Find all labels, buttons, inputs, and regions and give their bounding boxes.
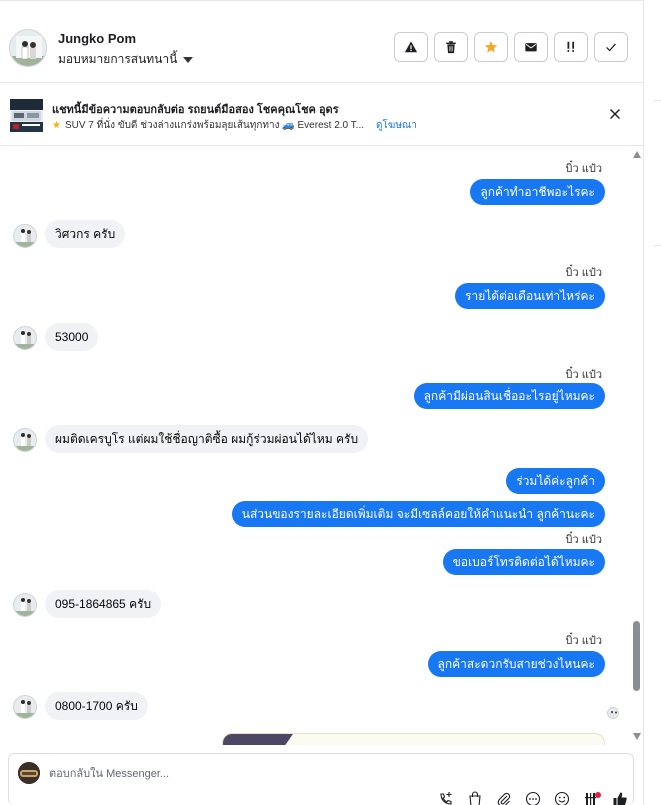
message-thread[interactable]: บิ๋ว แป๋ว ลูกค้าทำอาชีพอะไรคะ วิศวกร ครั… <box>0 147 632 742</box>
scroll-thumb[interactable] <box>633 621 640 691</box>
page-avatar <box>18 762 40 784</box>
contact-avatar-small <box>13 593 37 617</box>
message-bubble-outgoing[interactable]: ร่วมได้ค่ะลูกค้า <box>506 468 605 494</box>
ad-card-preview[interactable] <box>222 733 605 745</box>
follow-up-button[interactable] <box>554 32 588 62</box>
sender-name: บิ๋ว แป๋ว <box>565 267 602 279</box>
message-bubble-outgoing[interactable]: ขอเบอร์โทรติดต่อได้ไหมคะ <box>442 549 605 575</box>
message-bubble-incoming[interactable]: ผมติดเครบูโร แต่ผมใช้ชื่อญาติซื้อ ผมกู้ร… <box>45 425 369 453</box>
check-icon <box>606 43 616 52</box>
conversation-actions <box>394 32 628 62</box>
scroll-down-arrow[interactable] <box>633 733 641 740</box>
contact-avatar-small <box>13 428 37 452</box>
more-icon <box>525 791 540 805</box>
ad-description: SUV 7 ที่นั่ง ขับดี ช่วงล่างแกร่งพร้อมลุ… <box>64 120 365 131</box>
shopping-bag-icon <box>468 791 481 805</box>
card-image <box>223 734 293 745</box>
emoji-icon <box>554 791 569 805</box>
more-button[interactable] <box>522 791 543 805</box>
seen-indicator-avatar <box>607 707 619 719</box>
emoji-button[interactable] <box>551 791 572 805</box>
view-ad-link[interactable]: ดูโฆษณา <box>376 118 417 133</box>
contact-avatar[interactable] <box>9 29 47 67</box>
envelope-icon <box>525 43 537 52</box>
assign-label: มอบหมายการสนทนานี้ <box>58 52 178 66</box>
flag-exclaim-icon <box>567 41 575 52</box>
composer-toolbar <box>435 791 630 805</box>
sender-name: บิ๋ว แป๋ว <box>565 534 602 546</box>
divider <box>654 245 661 246</box>
thread-scrollbar[interactable] <box>632 147 642 742</box>
contact-avatar-small <box>13 224 37 248</box>
message-bubble-incoming[interactable]: 095-1864865 ครับ <box>45 590 162 618</box>
conversation-header: Jungko Pom มอบหมายการสนทนานี้ <box>0 0 645 83</box>
message-bubble-incoming[interactable]: 0800-1700 ครับ <box>45 692 148 720</box>
star-icon <box>484 41 498 53</box>
mark-done-button[interactable] <box>594 32 628 62</box>
saved-replies-button[interactable] <box>580 791 601 805</box>
message-bubble-outgoing[interactable]: ลูกค้าทำอาชีพอะไรคะ <box>470 179 605 205</box>
message-composer <box>8 753 634 805</box>
add-contact-icon <box>439 792 452 805</box>
mark-unread-button[interactable] <box>514 32 548 62</box>
ad-reply-banner: แชทนี้มีข้อความตอบกลับต่อ รถยนต์มือสอง โ… <box>0 84 645 146</box>
close-icon[interactable] <box>607 106 623 122</box>
add-contact-button[interactable] <box>435 791 456 805</box>
right-panel-edge <box>643 0 661 805</box>
message-bubble-incoming[interactable]: 53000 <box>45 323 99 351</box>
send-like-button[interactable] <box>609 791 630 805</box>
contact-avatar-small <box>13 326 37 350</box>
message-bubble-incoming[interactable]: วิศวกร ครับ <box>45 220 126 248</box>
ad-description-row: ★ SUV 7 ที่นั่ง ขับดี ช่วงล่างแกร่งพร้อม… <box>52 118 417 133</box>
star-icon: ★ <box>52 120 61 131</box>
shopping-button[interactable] <box>464 791 485 805</box>
warning-icon <box>404 41 418 53</box>
sender-name: บิ๋ว แป๋ว <box>565 635 602 647</box>
attachment-icon <box>497 792 510 805</box>
sender-name: บิ๋ว แป๋ว <box>565 369 602 381</box>
attach-button[interactable] <box>493 791 514 805</box>
ad-title: แชทนี้มีข้อความตอบกลับต่อ รถยนต์มือสอง โ… <box>52 104 339 116</box>
contact-avatar-small <box>13 695 37 719</box>
message-bubble-outgoing[interactable]: ลูกค้าสะดวกรับสายช่วงไหนคะ <box>427 651 605 677</box>
scroll-up-arrow[interactable] <box>633 151 641 158</box>
sender-name: บิ๋ว แป๋ว <box>565 163 602 175</box>
notification-dot <box>595 792 601 798</box>
message-bubble-outgoing[interactable]: นส่วนของรายละเอียดเพิ่มเติม จะมีเซลล์คอย… <box>231 501 605 527</box>
reply-input[interactable] <box>49 766 349 782</box>
delete-button[interactable] <box>434 32 468 62</box>
ad-thumbnail[interactable] <box>10 99 43 132</box>
message-bubble-outgoing[interactable]: ลูกค้ามีผ่อนสินเชื่ออะไรอยู่ไหมคะ <box>413 383 605 409</box>
assign-conversation-dropdown[interactable]: มอบหมายการสนทนานี้ <box>58 50 194 69</box>
trash-icon <box>446 41 456 54</box>
divider <box>654 100 661 101</box>
star-button[interactable] <box>474 32 508 62</box>
message-bubble-outgoing[interactable]: รายได้ต่อเดือนเท่าไหร่คะ <box>455 283 605 309</box>
caret-down-icon <box>183 56 194 63</box>
mark-spam-button[interactable] <box>394 32 428 62</box>
thumbs-up-icon <box>613 792 627 805</box>
contact-name[interactable]: Jungko Pom <box>58 31 136 46</box>
